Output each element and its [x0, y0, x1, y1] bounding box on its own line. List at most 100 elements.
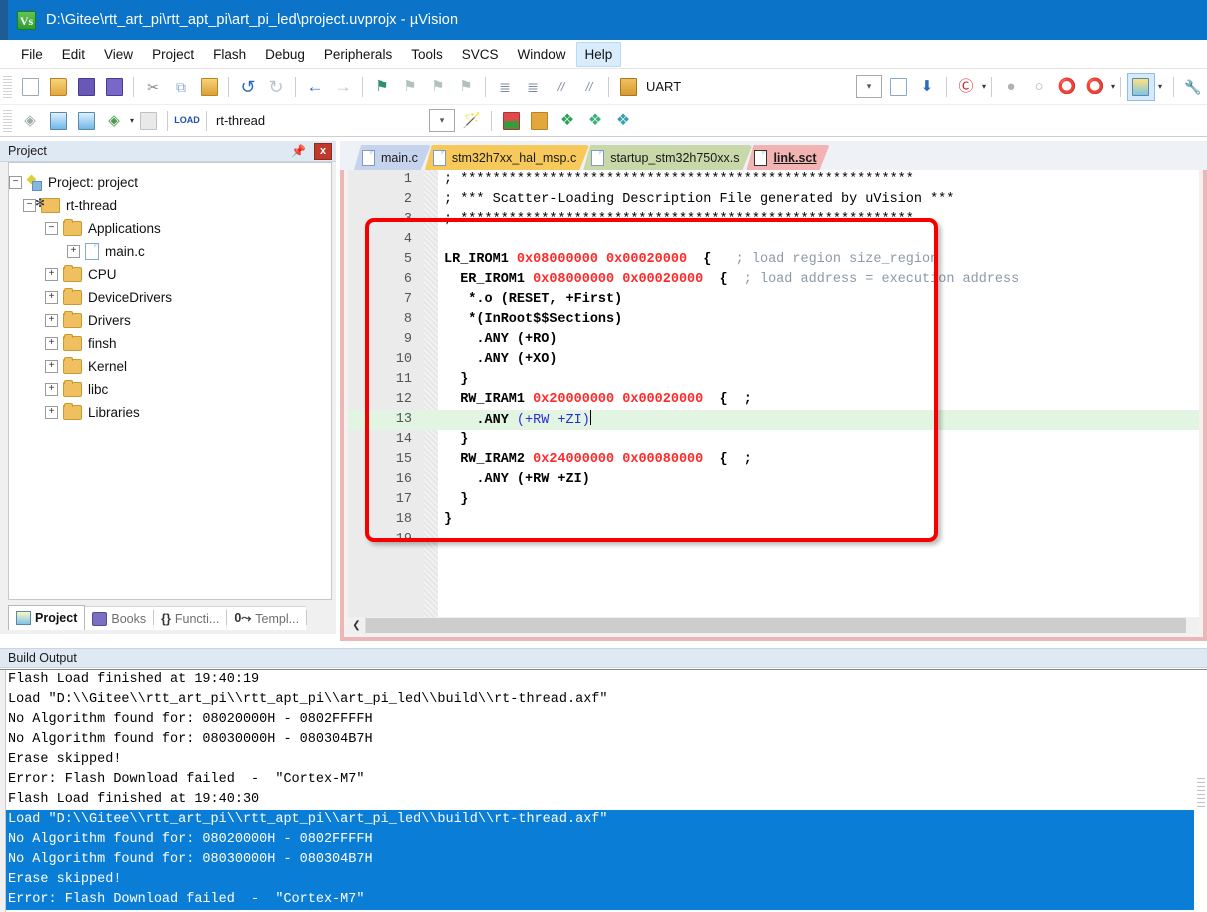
menu-item-file[interactable]: File: [12, 42, 52, 67]
scroll-thumb[interactable]: [1197, 778, 1205, 810]
menu-item-flash[interactable]: Flash: [204, 42, 255, 67]
rebuild-icon[interactable]: [73, 108, 99, 134]
expander-icon[interactable]: +: [45, 291, 58, 304]
software-packs-icon[interactable]: ❖: [610, 108, 636, 134]
expander-icon[interactable]: +: [45, 406, 58, 419]
cut-icon[interactable]: ✂: [140, 74, 166, 100]
tree-node-devicedrivers[interactable]: + DeviceDrivers: [9, 286, 331, 309]
build-toolbar[interactable]: ◈ ◈ ▾ LOAD rt-thread ▾ 🪄 ❖ ❖ ❖: [0, 105, 1207, 137]
tree-node-main-c[interactable]: + main.c: [9, 240, 331, 263]
build-icon[interactable]: [45, 108, 71, 134]
bookmark-clear-icon[interactable]: ⚑: [453, 74, 479, 100]
comment-icon[interactable]: //: [548, 74, 574, 100]
code-line[interactable]: 14 }: [348, 430, 1199, 450]
code-line[interactable]: 1 ; *************************************…: [348, 170, 1199, 190]
code-line[interactable]: 2 ; *** Scatter-Loading Description File …: [348, 190, 1199, 210]
code-line[interactable]: 18}: [348, 510, 1199, 530]
save-icon[interactable]: [73, 74, 99, 100]
navigate-back-icon[interactable]: ←: [302, 74, 328, 100]
save-all-icon[interactable]: [101, 74, 127, 100]
build-output-panel[interactable]: Flash Load finished at 19:40:19 Load "D:…: [0, 669, 1207, 912]
extra-tool-icon[interactable]: 🔧: [1180, 74, 1206, 100]
find-dropdown-button[interactable]: ▾: [855, 75, 882, 98]
pack-installer-icon[interactable]: ❖: [554, 108, 580, 134]
code-line[interactable]: 12 RW_IRAM1 0x20000000 0x00020000 { ;: [348, 390, 1199, 410]
navigate-forward-icon[interactable]: →: [330, 74, 356, 100]
expander-icon[interactable]: +: [45, 337, 58, 350]
code-line[interactable]: 3 ; *************************************…: [348, 210, 1199, 230]
chevron-down-icon[interactable]: ▾: [1111, 82, 1115, 91]
editor-hscrollbar[interactable]: ❮: [348, 617, 1199, 634]
open-file-icon[interactable]: [45, 74, 71, 100]
expander-icon[interactable]: +: [67, 245, 80, 258]
scroll-left-button[interactable]: ❮: [348, 617, 366, 634]
tree-node-cpu[interactable]: + CPU: [9, 263, 331, 286]
main-toolbar[interactable]: ✂ ⧉ ↺ ↻ ← → ⚑ ⚑ ⚑ ⚑ ≣ ≣ // // UART ▾ ⬇ Ⓒ…: [0, 69, 1207, 105]
code-line[interactable]: 15 RW_IRAM2 0x24000000 0x00080000 { ;: [348, 450, 1199, 470]
pin-icon[interactable]: 📌: [291, 144, 306, 158]
chevron-down-icon[interactable]: ▾: [130, 116, 134, 125]
tab-templates[interactable]: 0⤳ Templ...: [227, 606, 307, 630]
find-combo-value[interactable]: UART: [646, 79, 681, 94]
menu-item-tools[interactable]: Tools: [402, 42, 452, 67]
tree-node-project-root[interactable]: − Project: project: [9, 171, 331, 194]
code-line[interactable]: 9 .ANY (+RO): [348, 330, 1199, 350]
menu-item-window[interactable]: Window: [508, 42, 574, 67]
expander-icon[interactable]: −: [45, 222, 58, 235]
tree-node-drivers[interactable]: + Drivers: [9, 309, 331, 332]
paste-icon[interactable]: [196, 74, 222, 100]
multi-project-icon[interactable]: [526, 108, 552, 134]
stop-build-icon[interactable]: [135, 108, 161, 134]
menu-item-debug[interactable]: Debug: [256, 42, 314, 67]
tree-node-libc[interactable]: + libc: [9, 378, 331, 401]
menu-item-help[interactable]: Help: [575, 41, 622, 67]
breakpoint-disabled-icon[interactable]: ●: [998, 74, 1024, 100]
indent-increase-icon[interactable]: ≣: [492, 74, 518, 100]
tab-project[interactable]: Project: [8, 605, 86, 630]
editor-tabstrip[interactable]: main.c stm32h7xx_hal_msp.c startup_stm32…: [340, 141, 1207, 170]
code-line[interactable]: 11 }: [348, 370, 1199, 390]
code-line[interactable]: 16 .ANY (+RW +ZI): [348, 470, 1199, 490]
expander-icon[interactable]: +: [45, 383, 58, 396]
debug-icon[interactable]: ⬇: [914, 74, 940, 100]
code-line[interactable]: 8 *(InRoot$$Sections): [348, 310, 1199, 330]
expander-icon[interactable]: +: [45, 314, 58, 327]
bookmark-prev-icon[interactable]: ⚑: [397, 74, 423, 100]
code-line[interactable]: 19: [348, 530, 1199, 550]
breakpoint-empty-icon[interactable]: ○: [1026, 74, 1052, 100]
menu-item-peripherals[interactable]: Peripherals: [315, 42, 401, 67]
tree-node-libraries[interactable]: + Libraries: [9, 401, 331, 424]
code-line[interactable]: 17 }: [348, 490, 1199, 510]
batch-build-icon[interactable]: ◈: [101, 108, 127, 134]
target-options-icon[interactable]: 🪄: [459, 108, 485, 134]
manage-run-time-icon[interactable]: ❖: [582, 108, 608, 134]
breakpoint-toggle-icon[interactable]: ⭕: [1054, 74, 1080, 100]
target-dropdown-button[interactable]: ▾: [429, 109, 456, 132]
configure-icon[interactable]: [886, 74, 912, 100]
search-tool-icon[interactable]: Ⓒ: [953, 74, 979, 100]
toolbar-grip[interactable]: [3, 109, 12, 132]
chevron-down-icon[interactable]: ▾: [1158, 82, 1162, 91]
tree-node-finsh[interactable]: + finsh: [9, 332, 331, 355]
undo-icon[interactable]: ↺: [235, 74, 261, 100]
tree-node-applications[interactable]: − Applications: [9, 217, 331, 240]
editor-tab-link-sct[interactable]: link.sct: [746, 145, 829, 170]
build-output-vscrollbar[interactable]: [1194, 670, 1207, 912]
redo-icon[interactable]: ↻: [263, 74, 289, 100]
expander-icon[interactable]: +: [45, 268, 58, 281]
menu-item-edit[interactable]: Edit: [53, 42, 94, 67]
code-line-current[interactable]: 13 .ANY (+RW +ZI): [348, 410, 1199, 430]
code-line[interactable]: 10 .ANY (+XO): [348, 350, 1199, 370]
menu-bar[interactable]: File Edit View Project Flash Debug Perip…: [0, 40, 1207, 112]
find-in-files-icon[interactable]: [615, 74, 641, 100]
editor-tab-hal-msp[interactable]: stm32h7xx_hal_msp.c: [425, 145, 589, 170]
toolbar-grip[interactable]: [3, 75, 12, 98]
target-combo[interactable]: rt-thread: [212, 111, 366, 131]
translate-icon[interactable]: ◈: [17, 108, 43, 134]
expander-icon[interactable]: −: [9, 176, 22, 189]
code-line[interactable]: 5 LR_IROM1 0x08000000 0x00020000 { ; load…: [348, 250, 1199, 270]
editor-tab-startup[interactable]: startup_stm32h750xx.s: [583, 145, 752, 170]
tab-books[interactable]: Books: [85, 606, 154, 630]
editor-tab-main-c[interactable]: main.c: [354, 145, 431, 170]
code-line[interactable]: 4: [348, 230, 1199, 250]
